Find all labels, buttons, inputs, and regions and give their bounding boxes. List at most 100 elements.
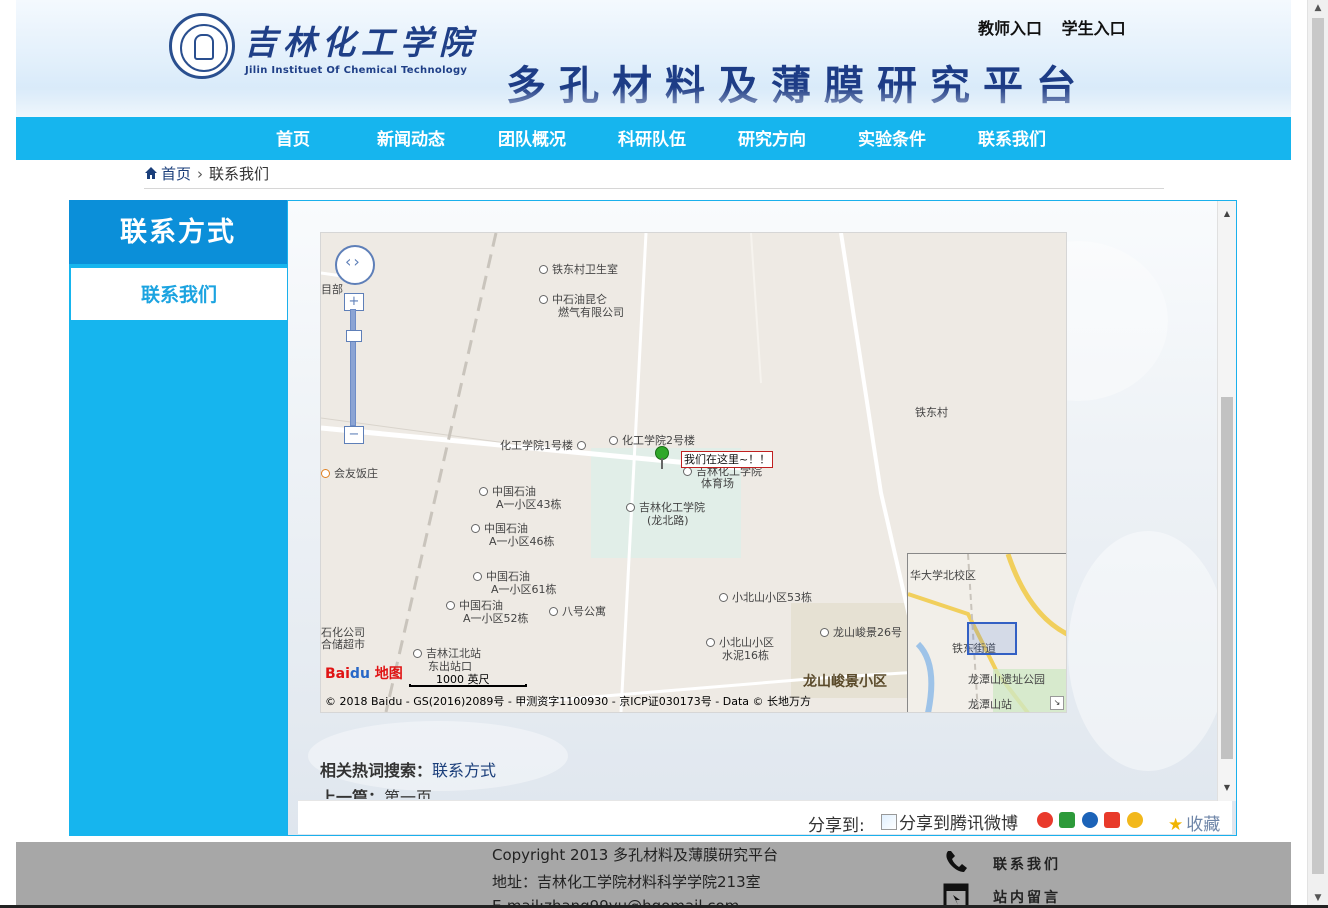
content-scrollbar[interactable]: ▲ ▼ xyxy=(1217,201,1236,801)
map-poi[interactable]: 吉林江北站 xyxy=(413,648,481,660)
kaixin-icon[interactable] xyxy=(1127,812,1143,828)
clinic-icon xyxy=(539,265,548,274)
map-poi-label: (龙北路) xyxy=(647,514,689,527)
content-frame: 铁东村卫生室 中石油昆仑 燃气有限公司 铁东村 化工学院1号楼 化工学院2号楼 … xyxy=(287,200,1237,836)
map-poi[interactable]: 化工学院1号楼 xyxy=(500,440,590,452)
scroll-down-icon[interactable]: ▼ xyxy=(1218,781,1236,795)
map-poi-label: 目部 xyxy=(321,283,343,296)
map-poi[interactable]: 化工学院2号楼 xyxy=(609,435,695,447)
map-poi[interactable]: 吉林化工学院 xyxy=(626,502,705,514)
overview-viewport[interactable] xyxy=(967,622,1017,655)
scroll-down-icon[interactable]: ▼ xyxy=(1308,890,1328,906)
school-icon xyxy=(626,503,635,512)
content-scroll-thumb[interactable] xyxy=(1221,397,1233,759)
sidebar-item-contact[interactable]: 联系我们 xyxy=(71,268,287,320)
map-poi[interactable]: 中国石油 xyxy=(471,523,528,535)
map-poi-label: A一小区61栋 xyxy=(491,583,557,596)
teacher-entry-link[interactable]: 教师入口 xyxy=(978,19,1042,38)
chevron-right-icon: › xyxy=(197,165,204,183)
map-poi-label: A一小区52栋 xyxy=(463,612,529,625)
baidu-map-logo[interactable]: Baidu 地图 xyxy=(325,663,403,683)
qzone-icon[interactable] xyxy=(1104,812,1120,828)
footer-address: 地址：吉林化工学院材料科学学院213室 xyxy=(492,873,761,891)
student-entry-link[interactable]: 学生入口 xyxy=(1062,19,1126,38)
school-name-english: Jilin Instituet Of Chemical Technology xyxy=(245,65,468,76)
scroll-up-icon[interactable]: ▲ xyxy=(1308,0,1328,16)
main-nav: 首页 新闻动态 团队概况 科研队伍 研究方向 实验条件 联系我们 xyxy=(16,117,1291,160)
phone-icon xyxy=(946,851,967,872)
building-icon xyxy=(609,436,618,445)
map-poi[interactable]: 铁东村卫生室 xyxy=(539,264,618,276)
breadcrumb-current: 联系我们 xyxy=(209,165,270,183)
map-poi[interactable]: 中石油昆仑 xyxy=(539,294,607,306)
poi-icon xyxy=(539,295,548,304)
renren-icon[interactable] xyxy=(1082,812,1098,828)
breadcrumb-home-link[interactable]: 首页 xyxy=(161,165,191,183)
footer-message-link[interactable]: 站内留言 xyxy=(993,887,1061,907)
building-icon xyxy=(549,607,558,616)
map-overview[interactable]: 华大学北校区 铁东街道 龙潭山遗址公园 龙潭山站 ↘ xyxy=(907,553,1066,712)
nav-item-team-overview[interactable]: 团队概况 xyxy=(498,117,566,160)
favorite-button[interactable]: 收藏 xyxy=(1168,810,1220,835)
map-poi[interactable]: 中国石油 xyxy=(473,571,530,583)
school-name-logo[interactable]: 吉林化工学院 xyxy=(244,16,478,64)
map-poi-label: 铁东村 xyxy=(915,406,948,419)
building-icon xyxy=(576,441,586,450)
prev-article[interactable]: 上一篇：第一页 xyxy=(320,789,432,799)
map-poi[interactable]: 龙山峻景26号 xyxy=(820,627,902,639)
overview-label: 龙潭山站 xyxy=(968,698,1012,711)
nav-item-lab-conditions[interactable]: 实验条件 xyxy=(858,117,926,160)
sidebar-title: 联系方式 xyxy=(69,200,287,264)
nav-item-contact[interactable]: 联系我们 xyxy=(978,117,1046,160)
school-seal-logo[interactable] xyxy=(169,13,235,79)
footer-contact-link[interactable]: 联系我们 xyxy=(993,854,1061,874)
home-icon xyxy=(145,167,157,179)
map-pan-control[interactable] xyxy=(335,245,375,285)
map-poi[interactable]: 小北山小区 xyxy=(706,637,774,649)
douban-icon[interactable] xyxy=(1059,812,1075,828)
nav-item-home[interactable]: 首页 xyxy=(276,117,310,160)
map-area-label: 龙山峻景小区 xyxy=(803,674,887,690)
nav-item-news[interactable]: 新闻动态 xyxy=(377,117,445,160)
weibo-icon[interactable] xyxy=(1037,812,1053,828)
building-icon xyxy=(471,524,480,533)
map-marker-label[interactable]: 我们在这里~！！ xyxy=(681,451,774,468)
stadium-icon xyxy=(683,467,692,476)
share-bar: 分享到: 分享到腾讯微博 收藏 xyxy=(298,800,1232,835)
window-scroll-thumb[interactable] xyxy=(1312,18,1324,874)
footer-copyright: Copyright 2013 多孔材料及薄膜研究平台 xyxy=(492,846,779,864)
scroll-up-icon[interactable]: ▲ xyxy=(1218,207,1236,221)
map-poi[interactable]: 中国石油 xyxy=(446,600,503,612)
map-poi[interactable]: 小北山小区53栋 xyxy=(719,592,812,604)
map-poi-label: 水泥16栋 xyxy=(722,649,769,662)
breadcrumb: 首页 › 联系我们 xyxy=(144,163,1164,189)
share-tencent-weibo[interactable]: 分享到腾讯微博 xyxy=(881,809,1018,834)
station-icon xyxy=(413,649,422,658)
building-icon xyxy=(473,572,482,581)
map-zoom-out-button[interactable]: − xyxy=(344,426,364,444)
restaurant-icon xyxy=(321,469,330,478)
nav-item-research-team[interactable]: 科研队伍 xyxy=(618,117,686,160)
building-icon xyxy=(479,487,488,496)
map-poi[interactable]: 会友饭庄 xyxy=(321,468,378,480)
map-zoom-handle[interactable] xyxy=(346,330,362,342)
map-marker-stem xyxy=(661,458,663,469)
related-link[interactable]: 联系方式 xyxy=(432,761,496,780)
map-poi[interactable]: 八号公寓 xyxy=(549,606,606,618)
overview-label: 华大学北校区 xyxy=(910,569,976,582)
building-icon xyxy=(706,638,715,647)
snow-decoration xyxy=(1068,531,1228,771)
building-icon xyxy=(820,628,829,637)
map-poi-label: 体育场 xyxy=(701,477,734,490)
nav-item-research-direction[interactable]: 研究方向 xyxy=(738,117,806,160)
baidu-map[interactable]: 铁东村卫生室 中石油昆仑 燃气有限公司 铁东村 化工学院1号楼 化工学院2号楼 … xyxy=(320,232,1067,713)
overview-collapse-icon[interactable]: ↘ xyxy=(1050,696,1064,710)
window-scrollbar[interactable]: ▲ ▼ xyxy=(1307,0,1328,908)
map-poi[interactable]: 中国石油 xyxy=(479,486,536,498)
overview-label: 龙潭山遗址公园 xyxy=(968,673,1045,686)
map-poi-label: 合储超市 xyxy=(321,638,365,651)
top-links: 教师入口 学生入口 xyxy=(978,15,1140,39)
map-poi-label: A一小区46栋 xyxy=(489,535,555,548)
map-zoom-slider[interactable] xyxy=(350,309,356,426)
related-search: 相关热词搜索：联系方式 xyxy=(320,761,497,780)
